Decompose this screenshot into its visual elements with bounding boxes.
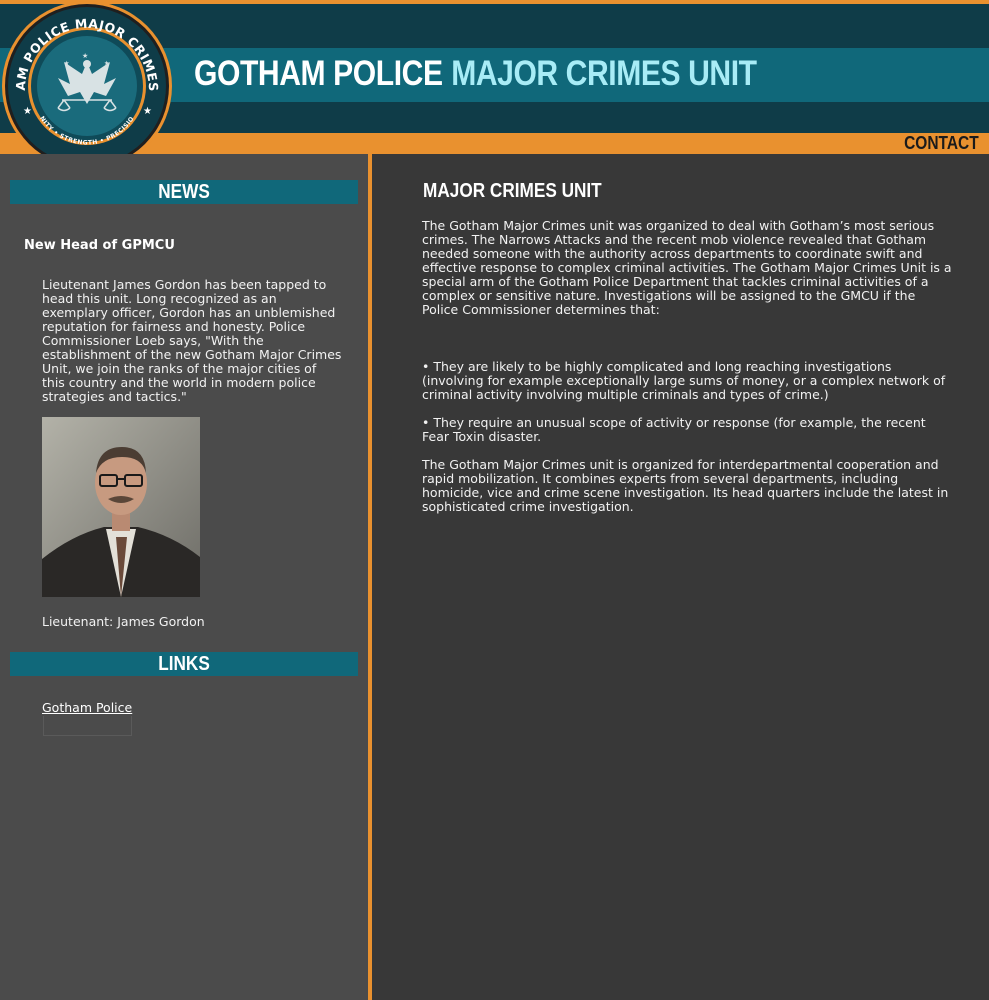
gordon-photo: [42, 417, 200, 597]
intro-paragraph: The Gotham Major Crimes unit was organiz…: [422, 218, 952, 317]
svg-text:★: ★: [82, 52, 88, 60]
news-heading: NEWS: [10, 180, 358, 204]
unit-logo[interactable]: GOTHAM POLICE MAJOR CRIMES UNIT UNITY • …: [0, 0, 175, 175]
site-title-part1: GOTHAM POLICE: [194, 54, 443, 93]
link-gotham-police[interactable]: Gotham Police: [42, 700, 132, 715]
main-content: MAJOR CRIMES UNIT The Gotham Major Crime…: [372, 154, 989, 1000]
contact-link[interactable]: CONTACT: [904, 133, 979, 154]
news-title: New Head of GPMCU: [24, 238, 175, 253]
links-heading: LINKS: [10, 652, 358, 676]
link-underbox: [43, 716, 132, 736]
svg-text:★: ★: [23, 106, 32, 117]
news-body: Lieutenant James Gordon has been tapped …: [42, 277, 342, 404]
svg-text:★: ★: [64, 60, 69, 67]
page-title: MAJOR CRIMES UNIT: [423, 180, 602, 202]
sidebar: NEWS New Head of GPMCU Lieutenant James …: [0, 154, 368, 1000]
photo-caption: Lieutenant: James Gordon: [42, 614, 205, 629]
closing-paragraph: The Gotham Major Crimes unit is organize…: [422, 457, 949, 514]
svg-text:★: ★: [104, 60, 109, 67]
svg-text:★: ★: [143, 106, 152, 117]
site-title-part2: MAJOR CRIMES UNIT: [451, 54, 757, 93]
site-title: GOTHAM POLICE MAJOR CRIMES UNIT: [194, 54, 757, 94]
bullet-item: • They are likely to be highly complicat…: [422, 359, 946, 402]
bullet-item: • They require an unusual scope of activ…: [422, 415, 926, 444]
